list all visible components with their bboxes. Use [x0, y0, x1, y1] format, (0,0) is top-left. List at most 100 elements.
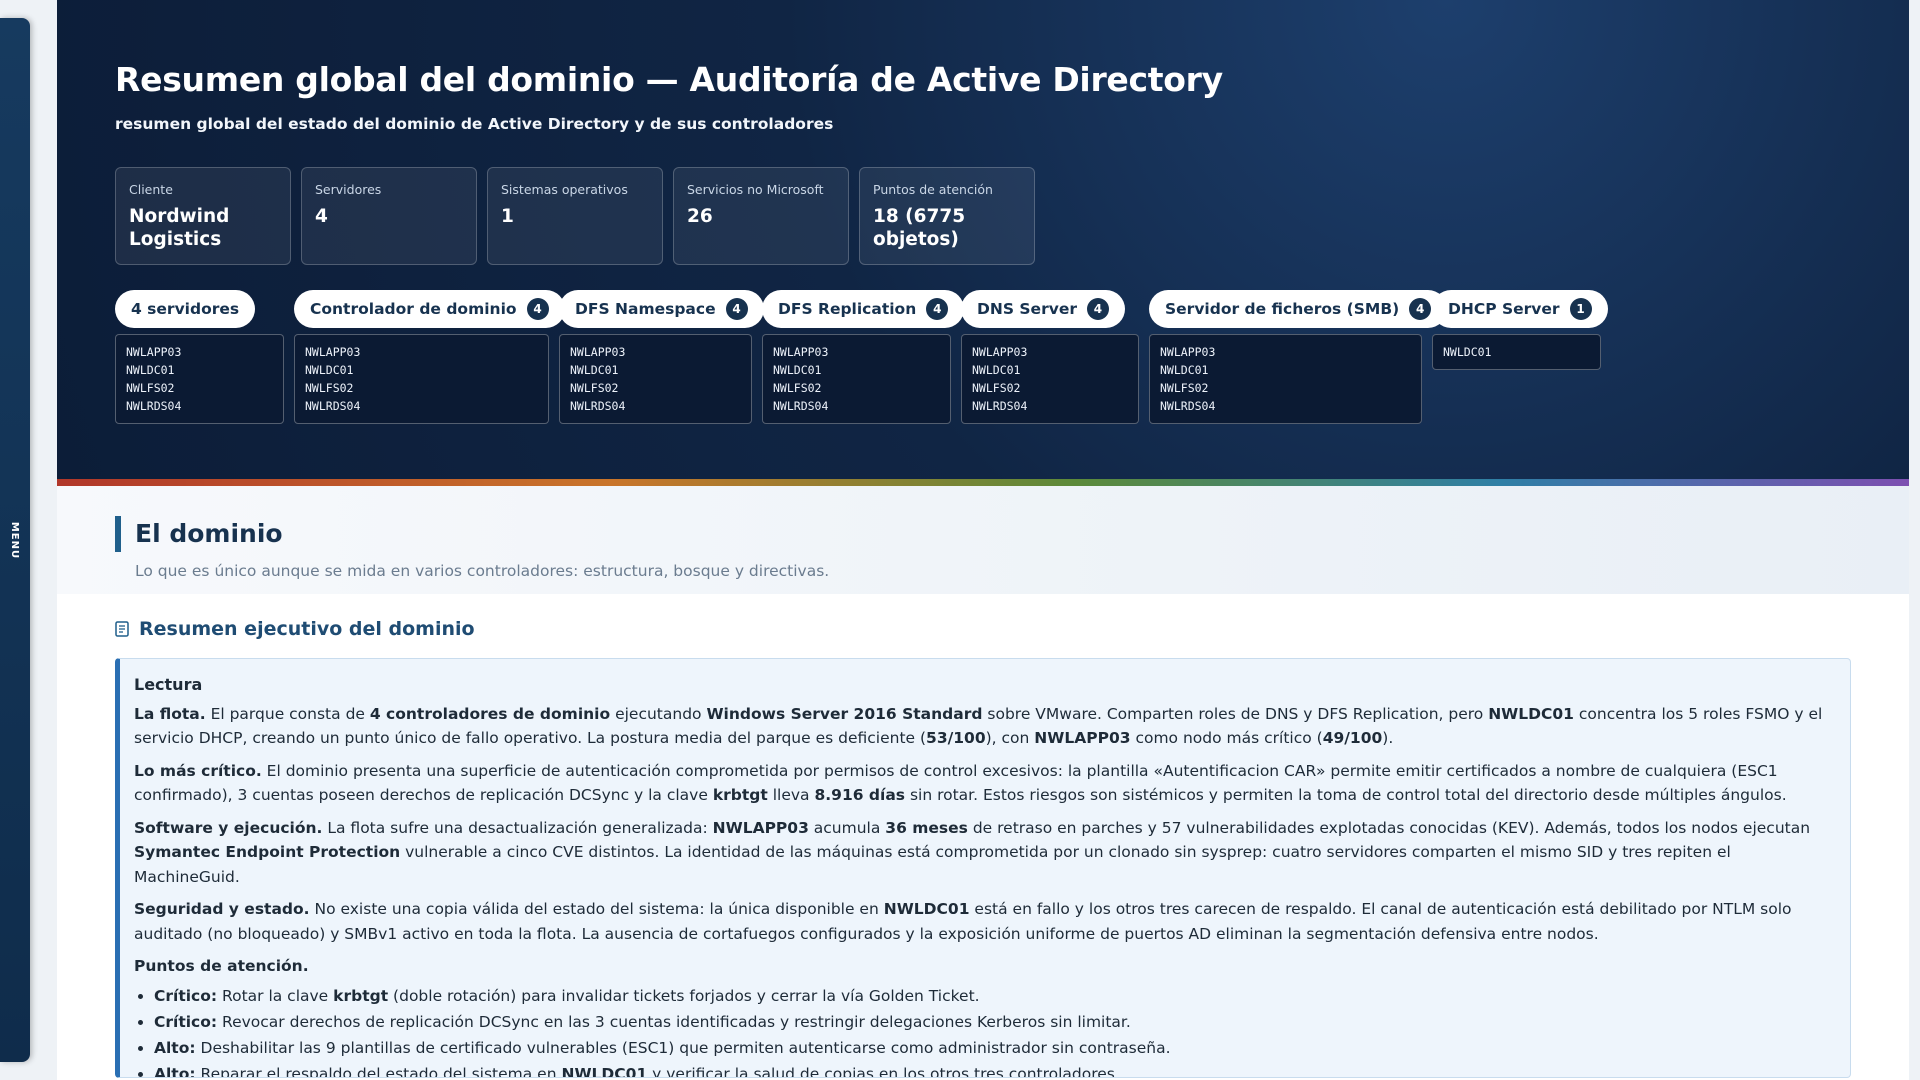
emphasis-text: 53/100: [926, 729, 986, 747]
document-icon: [115, 621, 129, 637]
role-chip-label: DFS Namespace: [575, 300, 716, 318]
role-group-dhcp-server: DHCP Server 1 NWLDC01: [1432, 290, 1608, 370]
server-name: NWLFS02: [1160, 381, 1209, 395]
stat-label: Servicios no Microsoft: [687, 182, 824, 197]
text-run: (doble rotación) para invalidar tickets …: [388, 986, 980, 1005]
role-group-dfs-namespace: DFS Namespace 4 NWLAPP03 NWLDC01 NWLFS02 NWLR…: [559, 290, 764, 424]
role-chip[interactable]: 4 servidores: [115, 290, 256, 328]
role-chip[interactable]: DNS Server 4: [961, 290, 1125, 328]
stat-value: 1: [501, 206, 514, 227]
server-name: NWLFS02: [972, 381, 1021, 395]
text-run: acumula: [808, 818, 886, 837]
role-count-badge: 4: [926, 298, 949, 320]
summary-heading: Lectura: [134, 675, 203, 694]
emphasis-text: NWLAPP03: [712, 818, 809, 837]
roles-row: 4 servidores NWLAPP03 NWLDC01 NWLFS02 NWLRDS…: [115, 290, 1851, 424]
stat-value: 18 (6775 objetos): [873, 206, 966, 250]
server-list: NWLAPP03 NWLDC01 NWLFS02 NWLRDS04: [762, 334, 951, 424]
server-list: NWLAPP03 NWLDC01 NWLFS02 NWLRDS04: [1149, 334, 1422, 424]
server-name: NWLAPP03: [570, 345, 626, 359]
emphasis-text: krbtgt: [333, 986, 389, 1005]
text-run: Rotar la clave: [217, 986, 334, 1005]
stat-label: Servidores: [315, 182, 382, 197]
text-run: sobre VMware. Comparten roles de DNS y D…: [982, 704, 1489, 723]
role-chip[interactable]: DFS Replication 4: [762, 290, 965, 328]
text-run: Deshabilitar las 9 plantillas de certifi…: [195, 1038, 1171, 1057]
domain-header: El dominio Lo que es único aunque se mid…: [57, 486, 1909, 594]
role-group-dfs-replication: DFS Replication 4 NWLAPP03 NWLDC01 NWLFS02 NW…: [762, 290, 965, 424]
stat-value: 4: [315, 206, 328, 227]
text-run: La flota sufre una desactualización gene…: [322, 818, 713, 837]
emphasis-text: Seguridad y estado.: [134, 900, 310, 918]
summary-paragraph: Lo más crítico. El dominio presenta una …: [134, 759, 1832, 808]
section-heading[interactable]: Resumen ejecutivo del dominio: [115, 618, 1851, 640]
stat-label: Cliente: [129, 182, 173, 197]
server-name: NWLRDS04: [126, 399, 182, 413]
server-name: NWLDC01: [773, 363, 822, 377]
stat-label: Sistemas operativos: [501, 182, 628, 197]
emphasis-text: Crítico:: [154, 986, 218, 1005]
server-name: NWLFS02: [570, 381, 619, 395]
role-chip[interactable]: Servidor de ficheros (SMB) 4: [1149, 290, 1448, 328]
hero-header: Resumen global del dominio — Auditoría d…: [57, 0, 1909, 486]
emphasis-text: Symantec Endpoint Protection: [134, 843, 401, 861]
emphasis-text: Windows Server 2016 Standard: [706, 704, 983, 723]
server-name: NWLAPP03: [126, 345, 182, 359]
stat-card-sistemas-operativos: Sistemas operativos 1: [487, 167, 663, 265]
stat-card-servicios-no-microsoft: Servicios no Microsoft 26: [673, 167, 849, 265]
role-count-badge: 4: [526, 298, 549, 320]
text-run: de retraso en parches y 57 vulnerabilida…: [967, 818, 1811, 837]
server-name: NWLAPP03: [305, 345, 361, 359]
emphasis-text: Lo más crítico.: [134, 761, 262, 780]
emphasis-text: NWLDC01: [561, 1064, 648, 1078]
emphasis-text: 4 controladores de dominio: [369, 704, 611, 723]
server-name: NWLDC01: [1160, 363, 1209, 377]
server-name: NWLFS02: [305, 381, 354, 395]
stats-row: Cliente Nordwind Logistics Servidores 4 Sist…: [115, 167, 1851, 265]
executive-summary-section: Resumen ejecutivo del dominio Lectura La…: [57, 594, 1909, 1080]
text-run: ), con: [985, 729, 1035, 747]
text-run: No existe una copia válida del estado de…: [309, 900, 884, 918]
stat-card-cliente: Cliente Nordwind Logistics: [115, 167, 291, 265]
server-name: NWLRDS04: [305, 399, 361, 413]
text-run: Reparar el respaldo del estado del siste…: [195, 1064, 562, 1078]
server-name: NWLDC01: [972, 363, 1021, 377]
server-name: NWLDC01: [1443, 345, 1492, 359]
emphasis-text: Software y ejecución.: [134, 818, 323, 837]
server-name: NWLFS02: [126, 381, 175, 395]
page-subtitle: resumen global del estado del dominio de…: [115, 115, 834, 133]
text-run: Revocar derechos de replicación DCSync e…: [217, 1012, 1131, 1031]
attention-point: Crítico: Revocar derechos de replicación…: [154, 1009, 1832, 1035]
server-name: NWLFS02: [773, 381, 822, 395]
role-chip[interactable]: DFS Namespace 4: [559, 290, 764, 328]
points-list: Crítico: Rotar la clave krbtgt (doble ro…: [134, 983, 1832, 1078]
stat-label: Puntos de atención: [873, 182, 993, 197]
emphasis-text: NWLDC01: [883, 900, 970, 918]
role-group-4-servidores: 4 servidores NWLAPP03 NWLDC01 NWLFS02 NWLRDS…: [115, 290, 284, 424]
role-chip[interactable]: Controlador de dominio 4: [294, 290, 565, 328]
emphasis-text: NWLDC01: [1488, 704, 1574, 723]
summary-paragraph: Seguridad y estado. No existe una copia …: [134, 897, 1832, 946]
emphasis-text: krbtgt: [712, 786, 768, 804]
server-list: NWLAPP03 NWLDC01 NWLFS02 NWLRDS04: [294, 334, 549, 424]
domain-subtitle: Lo que es único aunque se mida en varios…: [135, 562, 830, 580]
role-chip[interactable]: DHCP Server 1: [1432, 290, 1608, 328]
stat-card-servidores: Servidores 4: [301, 167, 477, 265]
server-list: NWLAPP03 NWLDC01 NWLFS02 NWLRDS04: [115, 334, 284, 424]
text-run: como nodo más crítico (: [1130, 729, 1323, 747]
role-chip-label: DHCP Server: [1448, 300, 1560, 318]
role-chip-label: Servidor de ficheros (SMB): [1165, 300, 1400, 318]
attention-point: Crítico: Rotar la clave krbtgt (doble ro…: [154, 983, 1832, 1009]
role-chip-label: DNS Server: [977, 300, 1077, 318]
emphasis-text: 49/100: [1322, 729, 1383, 747]
emphasis-text: Alto:: [154, 1038, 196, 1057]
stat-value: 26: [687, 206, 713, 227]
text-run: ).: [1382, 729, 1394, 747]
role-chip-label: Controlador de dominio: [310, 300, 517, 318]
role-group-servidor-de-ficheros-smb: Servidor de ficheros (SMB) 4 NWLAPP03 NWLDC…: [1149, 290, 1448, 424]
server-name: NWLDC01: [570, 363, 619, 377]
server-name: NWLAPP03: [1160, 345, 1216, 359]
emphasis-text: 8.916 días: [814, 786, 906, 804]
side-menu-toggle[interactable]: MENU: [0, 18, 30, 1062]
domain-title: El dominio: [115, 516, 1851, 552]
